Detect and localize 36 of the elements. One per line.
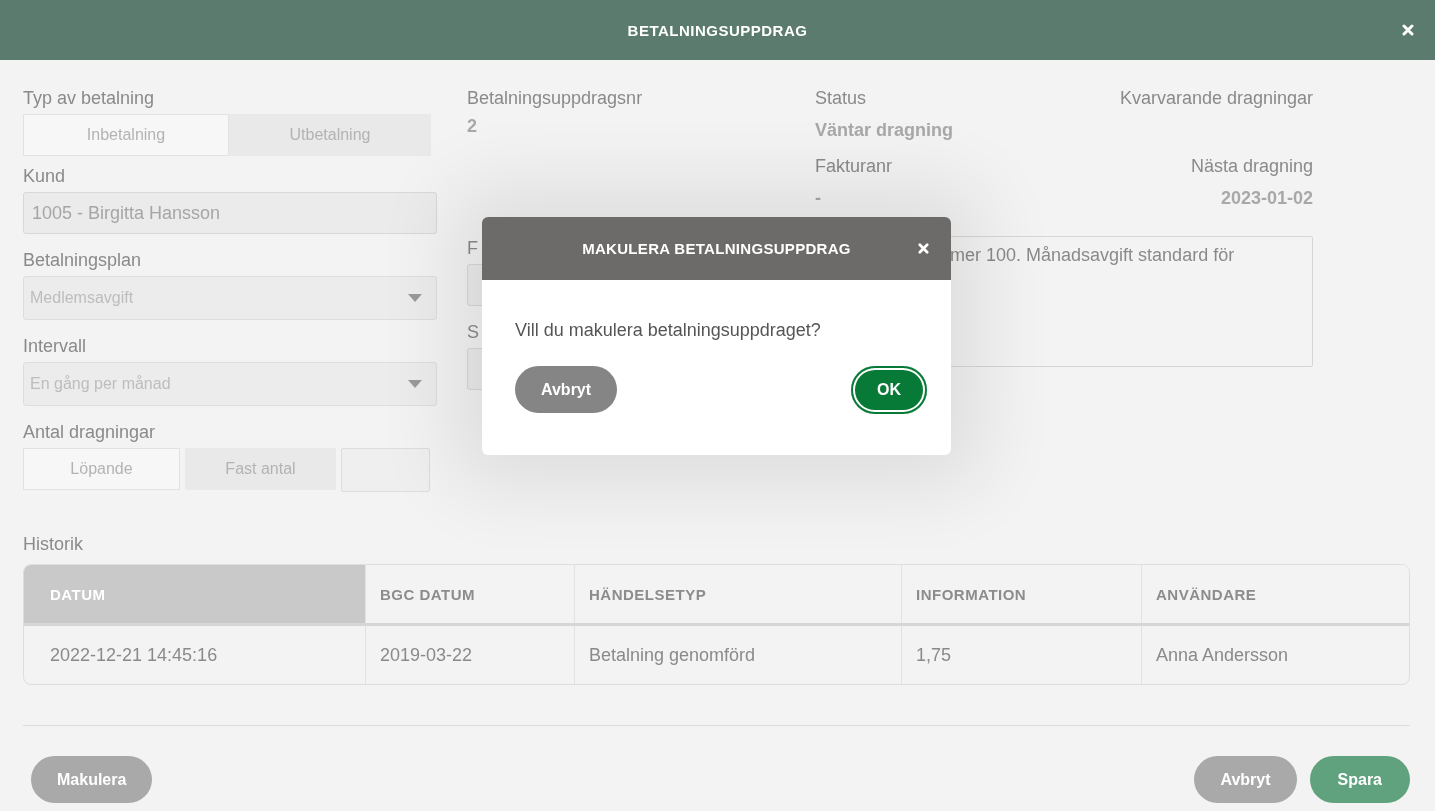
field-value: Väntar dragning [815, 119, 953, 142]
caret-icon [408, 380, 422, 388]
toggle-option[interactable]: Löpande [23, 448, 180, 490]
field-label: Kvarvarande dragningar [1119, 87, 1313, 110]
field-label: Betalningsplan [23, 249, 143, 272]
field-label: F [467, 237, 478, 260]
field-label: Nästa dragning [1190, 155, 1313, 178]
field-label: Typ av betalning [23, 87, 156, 110]
field-label: Betalningsuppdragsnr [467, 87, 643, 110]
table-cell: Betalning genomförd [575, 626, 902, 684]
field-value: 2 [467, 115, 477, 138]
field-label: Antal dragningar [23, 421, 157, 444]
table-cell-text: Anna Andersson [1155, 643, 1290, 667]
save-button[interactable]: Spara [1309, 756, 1410, 803]
table-cell: 2019-03-22 [366, 626, 575, 684]
field-label: Intervall [23, 335, 88, 358]
table-cell: 2022-12-21 14:45:16 [24, 626, 366, 684]
action-button[interactable]: Makulera [31, 756, 153, 803]
close-icon[interactable] [1402, 24, 1414, 36]
field-label: S [467, 321, 479, 344]
toggle-option[interactable]: Inbetalning [23, 114, 229, 156]
close-icon[interactable] [918, 243, 929, 254]
table-cell: 1,75 [902, 626, 1142, 684]
field-label: Status [815, 87, 867, 110]
field-label: Fakturanr [815, 155, 893, 178]
action-button[interactable]: Avbryt [515, 366, 618, 413]
window-title: BETALNINGSUPPDRAG [627, 21, 808, 39]
section-title: Historik [23, 533, 84, 556]
field-value: - [815, 187, 821, 210]
caret-icon [408, 294, 422, 302]
customer-field[interactable]: 1005 - Birgitta Hansson [23, 192, 437, 234]
field-label: Kund [23, 165, 67, 188]
count-field[interactable] [341, 448, 430, 492]
action-button[interactable]: Avbryt [1194, 756, 1297, 803]
field-value: 2023-01-02 [1220, 187, 1313, 210]
ok-button[interactable]: OK [851, 366, 927, 414]
